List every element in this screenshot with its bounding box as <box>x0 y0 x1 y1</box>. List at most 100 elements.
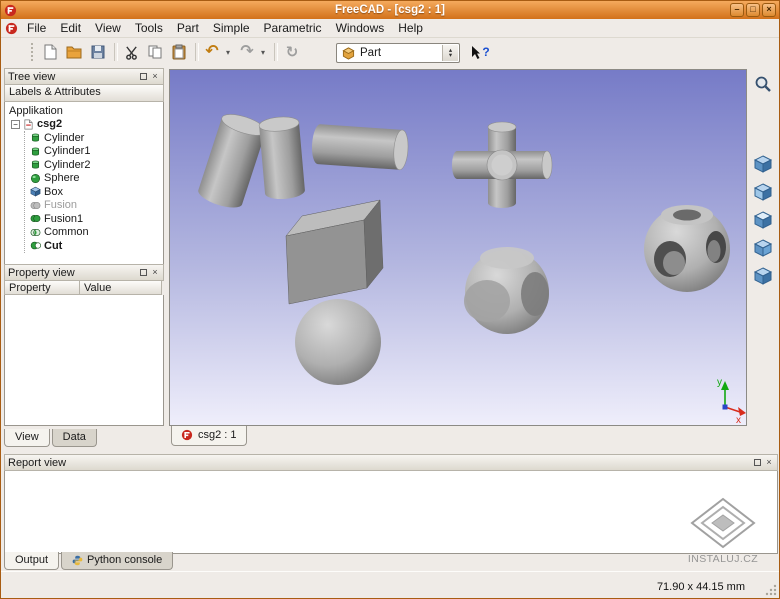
report-view-close-button[interactable]: × <box>764 458 774 468</box>
combo-down-arrow-icon: ▾ <box>449 53 452 58</box>
tree-view-close-button[interactable]: × <box>150 72 160 82</box>
dimension-readout: 71.90 x 44.15 mm <box>657 581 745 593</box>
resize-grip[interactable] <box>765 584 777 599</box>
collapse-expander-icon[interactable]: − <box>11 120 20 129</box>
report-view-float-button[interactable] <box>752 458 762 468</box>
scissors-icon <box>124 45 139 60</box>
refresh-icon: ↻ <box>286 45 299 60</box>
menu-file[interactable]: File <box>20 20 53 36</box>
property-view-float-button[interactable] <box>138 268 148 278</box>
magnifier-icon <box>754 75 772 93</box>
menu-parametric[interactable]: Parametric <box>257 20 329 36</box>
menu-simple[interactable]: Simple <box>206 20 257 36</box>
shape-cylinder3[interactable] <box>311 124 410 171</box>
python-icon <box>72 555 83 566</box>
tree-root-label: Applikation <box>9 105 63 117</box>
cylinder-icon <box>30 159 41 170</box>
paste-button[interactable] <box>168 41 190 63</box>
save-button[interactable] <box>87 41 109 63</box>
tree-item-cylinder[interactable]: Cylinder <box>25 131 163 145</box>
property-view-close-button[interactable]: × <box>150 268 160 278</box>
document-tab-csg2[interactable]: csg2 : 1 <box>171 426 247 446</box>
cut-button[interactable] <box>120 41 142 63</box>
view-right-button[interactable] <box>750 236 776 260</box>
view-cube-icon <box>753 238 773 258</box>
freecad-document-icon <box>181 429 193 441</box>
minimize-button[interactable]: – <box>730 3 744 17</box>
cylinder-icon <box>30 132 41 143</box>
menu-edit[interactable]: Edit <box>53 20 88 36</box>
undo-dropdown-button[interactable]: ▾ <box>222 41 234 63</box>
tree-children: Cylinder Cylinder1 Cylinder2 Sphere Box <box>24 131 163 253</box>
fit-all-button[interactable] <box>750 72 776 96</box>
watermark-diamond-icon <box>690 497 756 549</box>
tree-item-cylinder2[interactable]: Cylinder2 <box>25 158 163 172</box>
view-front-button[interactable] <box>750 180 776 204</box>
watermark-text: INSTALUJ.CZ <box>677 553 769 565</box>
document-tab-label: csg2 : 1 <box>198 429 237 441</box>
tab-data[interactable]: Data <box>52 429 97 447</box>
tab-view[interactable]: View <box>4 429 50 447</box>
title-bar[interactable]: FreeCAD - [csg2 : 1] – □ × <box>1 1 779 19</box>
value-column-header[interactable]: Value <box>80 281 162 295</box>
view-rear-button[interactable] <box>750 264 776 288</box>
tree-document-row[interactable]: − csg2 <box>5 118 163 132</box>
property-column-header[interactable]: Property <box>4 281 80 295</box>
tab-python-console-label: Python console <box>87 554 162 566</box>
shape-cylinder2[interactable] <box>259 115 306 200</box>
redo-dropdown-button[interactable]: ▾ <box>257 41 269 63</box>
tree-column-header[interactable]: Labels & Attributes <box>4 85 164 102</box>
workspace-tab-bar: csg2 : 1 <box>171 426 247 446</box>
tree-item-label: Common <box>44 226 89 238</box>
tree-view-float-button[interactable] <box>138 72 148 82</box>
tree-item-label: Cylinder1 <box>44 145 90 157</box>
bottom-tab-bar: Output Python console <box>4 552 175 570</box>
close-button[interactable]: × <box>762 3 776 17</box>
property-view-header[interactable]: Property view × <box>4 264 164 281</box>
new-document-button[interactable] <box>39 41 61 63</box>
tab-output[interactable]: Output <box>4 552 59 570</box>
document-menu-icon[interactable] <box>5 22 18 35</box>
status-bar: 71.90 x 44.15 mm <box>1 571 779 599</box>
toolbar-separator <box>274 43 278 61</box>
tree-item-cylinder1[interactable]: Cylinder1 <box>25 145 163 159</box>
open-document-button[interactable] <box>63 41 85 63</box>
tree-item-cut[interactable]: Cut <box>25 239 163 253</box>
view-axonometric-button[interactable] <box>750 152 776 176</box>
report-view-header[interactable]: Report view × <box>4 454 778 471</box>
workbench-selector[interactable]: Part ▴ ▾ <box>336 43 460 63</box>
tree-view-header[interactable]: Tree view × <box>4 68 164 85</box>
property-view-body <box>4 295 164 426</box>
new-document-icon <box>42 44 58 60</box>
menu-view[interactable]: View <box>88 20 128 36</box>
whats-this-button[interactable]: ? <box>467 41 493 63</box>
left-tab-bar: View Data <box>4 429 99 447</box>
maximize-button[interactable]: □ <box>746 3 760 17</box>
tree-item-common[interactable]: Common <box>25 226 163 240</box>
3d-scene[interactable]: y x <box>170 70 746 425</box>
view-cube-icon <box>753 266 773 286</box>
undo-button[interactable]: ↶ <box>201 41 223 63</box>
tab-python-console[interactable]: Python console <box>61 552 173 570</box>
menu-tools[interactable]: Tools <box>128 20 170 36</box>
menu-help[interactable]: Help <box>391 20 430 36</box>
toolbar-drag-handle[interactable] <box>31 43 37 61</box>
3d-viewport[interactable]: y x <box>169 69 747 426</box>
part-workbench-icon <box>342 47 355 60</box>
copy-button[interactable] <box>144 41 166 63</box>
tree-item-box[interactable]: Box <box>25 185 163 199</box>
redo-button[interactable]: ↷ <box>236 41 258 63</box>
tree-item-label: Cylinder2 <box>44 159 90 171</box>
shape-sphere[interactable] <box>295 299 381 385</box>
tree-item-label: Box <box>44 186 63 198</box>
tree-item-fusion[interactable]: Fusion <box>25 199 163 213</box>
refresh-button[interactable]: ↻ <box>281 41 303 63</box>
view-top-button[interactable] <box>750 208 776 232</box>
menu-part[interactable]: Part <box>170 20 206 36</box>
workbench-spin-buttons[interactable]: ▴ ▾ <box>442 45 458 61</box>
float-icon <box>754 459 761 466</box>
tree-item-sphere[interactable]: Sphere <box>25 172 163 186</box>
tree-item-fusion1[interactable]: Fusion1 <box>25 212 163 226</box>
menu-windows[interactable]: Windows <box>329 20 392 36</box>
tree-root-row[interactable]: Applikation <box>5 104 163 118</box>
